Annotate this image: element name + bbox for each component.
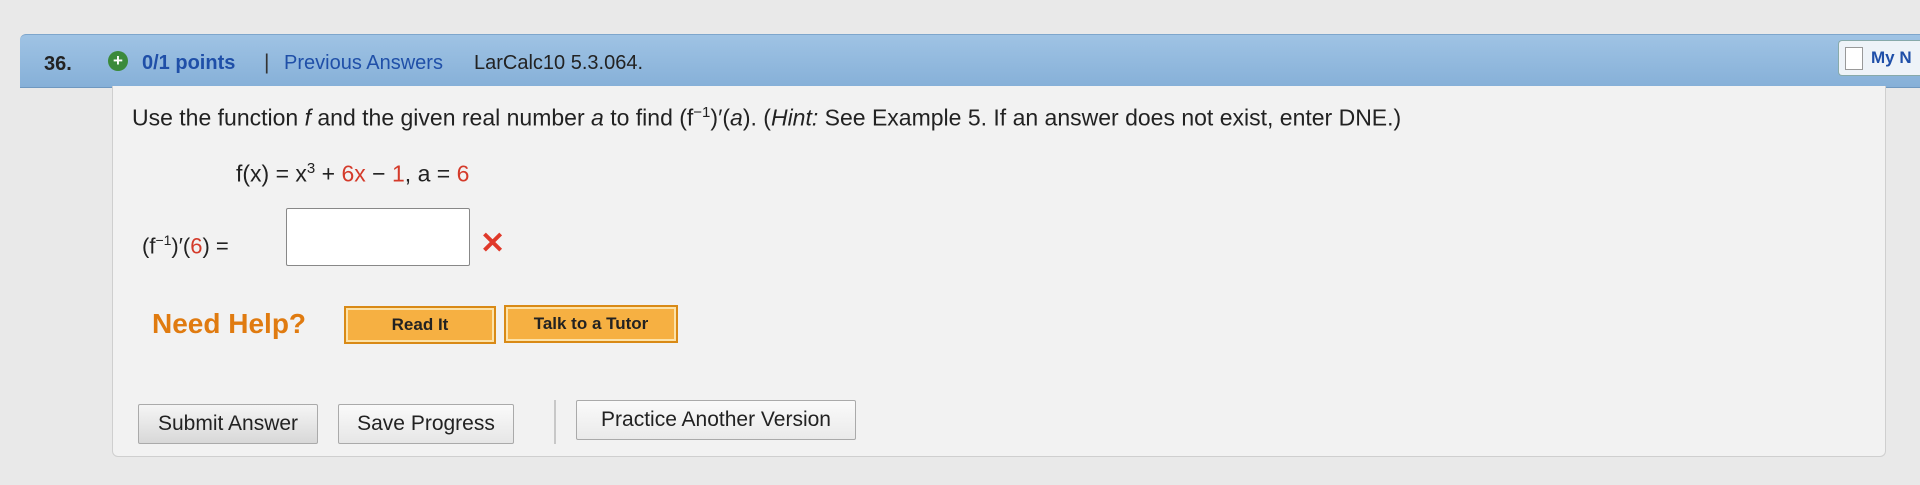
expand-plus-icon[interactable]: + (108, 51, 128, 71)
question-number: 36. (44, 53, 72, 75)
practice-another-version-button[interactable]: Practice Another Version (576, 400, 856, 440)
question-text: Use the function f and the given real nu… (132, 104, 1402, 131)
function-formula: f(x) = x3 + 6x − 1, a = 6 (236, 160, 470, 187)
incorrect-x-icon: ✕ (480, 227, 506, 260)
save-progress-button[interactable]: Save Progress (338, 404, 514, 444)
question-panel (112, 86, 1886, 457)
read-it-button[interactable]: Read It (344, 306, 496, 344)
answer-input[interactable] (286, 208, 470, 266)
button-divider (554, 400, 556, 444)
my-notes-button[interactable]: My N (1838, 40, 1920, 76)
question-reference: LarCalc10 5.3.064. (474, 52, 644, 74)
previous-answers-link[interactable]: Previous Answers (284, 52, 443, 75)
header-separator: | (264, 51, 270, 74)
talk-to-tutor-button[interactable]: Talk to a Tutor (504, 305, 678, 343)
points-link[interactable]: 0/1 points (142, 52, 235, 75)
my-notes-label: My N (1871, 48, 1912, 67)
need-help-label: Need Help? (152, 308, 307, 339)
note-icon (1845, 47, 1863, 70)
answer-label: (f−1)′(6) = (142, 232, 229, 259)
submit-answer-button[interactable]: Submit Answer (138, 404, 318, 444)
